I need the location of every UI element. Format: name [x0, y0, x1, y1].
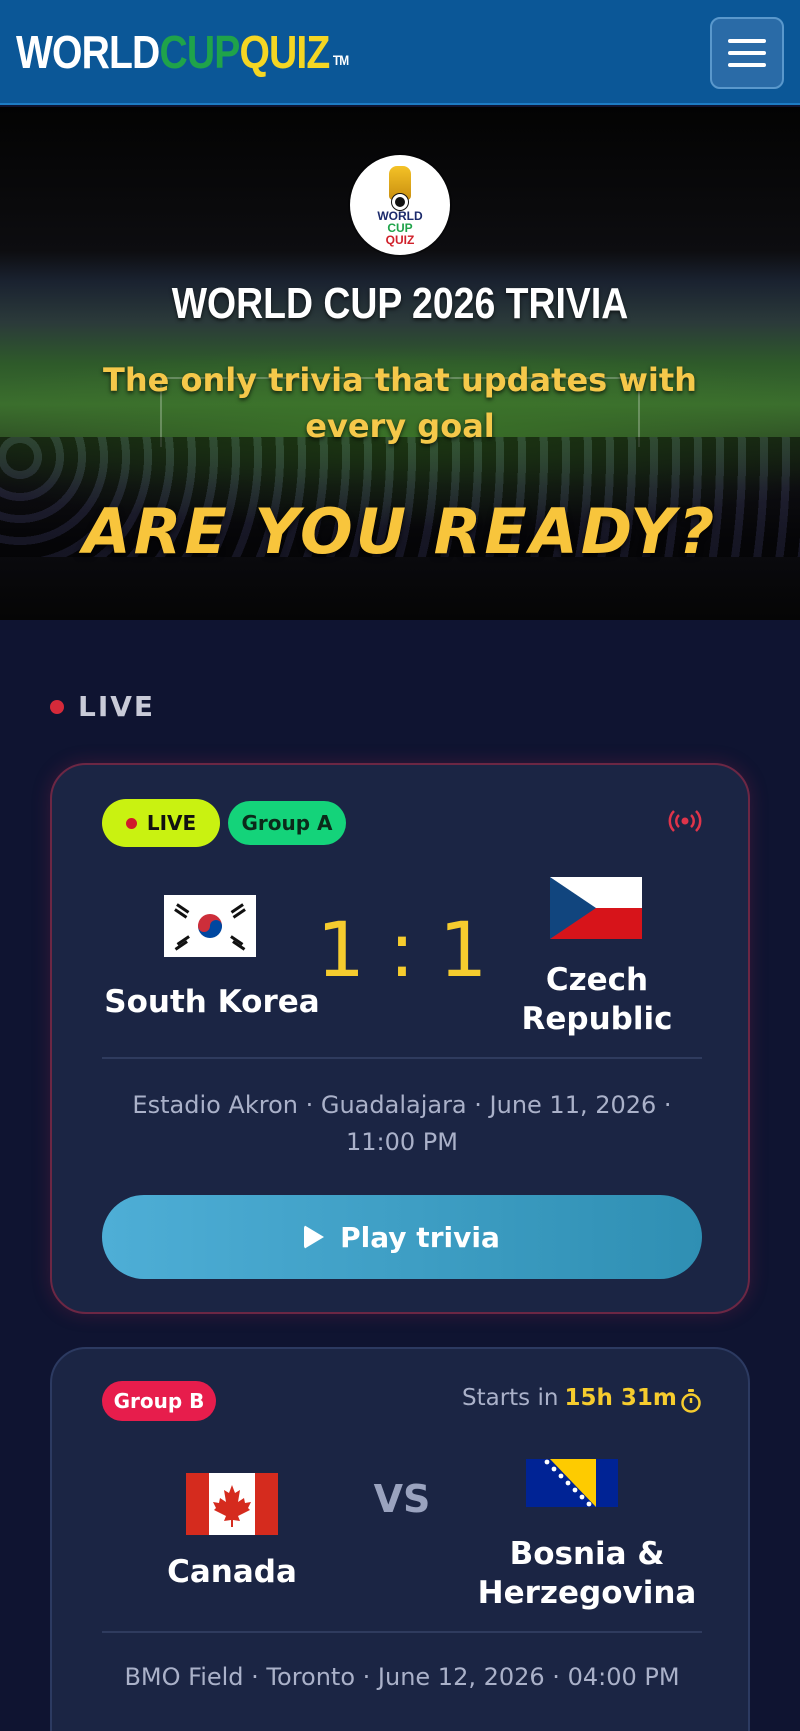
czech-republic-flag	[550, 877, 642, 939]
card-divider	[102, 1631, 702, 1633]
live-section-label: LIVE	[78, 690, 156, 723]
match-card-live[interactable]: LIVE Group A South Korea 1 : 1 Czech Rep…	[50, 763, 750, 1314]
top-navigation-bar: WORLDCUPQUIZ TM	[0, 0, 800, 105]
hero-title: WORLD CUP 2026 TRIVIA	[171, 279, 629, 328]
group-badge: Group B	[102, 1381, 216, 1421]
logo-quiz: QUIZ	[239, 26, 330, 78]
hamburger-menu-button[interactable]	[710, 17, 784, 89]
away-team-name: Czech Republic	[521, 962, 673, 1037]
match-venue-info: Estadio Akron · Guadalajara · June 11, 2…	[132, 1091, 672, 1156]
countdown-label: Starts in	[462, 1385, 559, 1411]
world-cup-quiz-logo[interactable]: WORLDCUPQUIZ TM	[16, 26, 349, 78]
match-venue-info: BMO Field · Toronto · June 12, 2026 · 04…	[124, 1663, 680, 1691]
home-team-name: South Korea	[104, 984, 320, 1020]
canada-flag	[186, 1473, 278, 1535]
timer-icon	[681, 1389, 701, 1413]
hero-banner: WORLD CUP QUIZ WORLD CUP 2026 TRIVIA The…	[0, 107, 800, 620]
badge-text-quiz: QUIZ	[385, 233, 415, 247]
versus-label: VS	[373, 1477, 431, 1521]
live-status-text: LIVE	[146, 811, 197, 835]
south-korea-flag	[164, 895, 256, 957]
logo-trademark: TM	[332, 52, 349, 68]
play-trivia-button[interactable]: Play trivia	[102, 1195, 702, 1279]
hero-subtitle: The only trivia that updates with every …	[103, 361, 697, 445]
play-trivia-label: Play trivia	[340, 1220, 500, 1254]
home-team-name: Canada	[167, 1554, 297, 1590]
logo-cup: CUP	[159, 26, 240, 78]
hamburger-line	[728, 63, 766, 67]
live-status-badge: LIVE	[102, 799, 220, 847]
football-icon	[392, 194, 408, 210]
live-indicator-dot-icon	[125, 817, 137, 829]
countdown-time: 15h 31m	[564, 1385, 677, 1411]
world-cup-quiz-badge: WORLD CUP QUIZ	[350, 155, 450, 255]
bosnia-herzegovina-flag	[526, 1459, 618, 1507]
hamburger-line	[728, 51, 766, 55]
play-icon	[304, 1225, 325, 1249]
card-divider	[102, 1057, 702, 1059]
match-countdown: Starts in 15h 31m	[462, 1385, 677, 1411]
hero-call-to-action: ARE YOU READY?	[82, 495, 718, 568]
live-dot-icon	[50, 699, 64, 714]
live-section-heading: LIVE	[50, 690, 155, 723]
away-team-name: Bosnia & Herzegovina	[477, 1536, 697, 1611]
hamburger-menu-icon	[728, 39, 766, 43]
match-card-upcoming[interactable]: Group B Starts in 15h 31m Canada VS Bosni…	[50, 1347, 750, 1731]
logo-world: WORLD	[16, 26, 160, 78]
broadcast-icon	[668, 810, 702, 832]
group-badge: Group A	[228, 801, 346, 845]
